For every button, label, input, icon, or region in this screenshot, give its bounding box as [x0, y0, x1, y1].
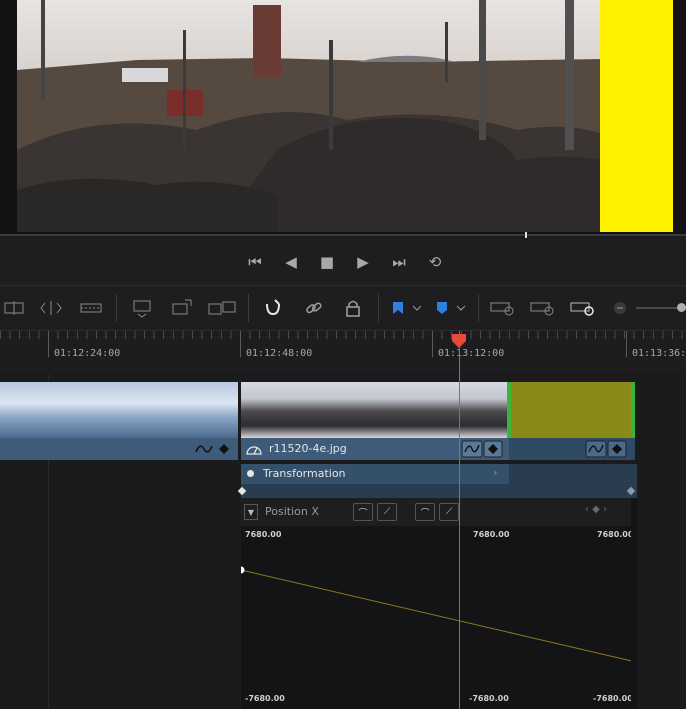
go-to-first-frame-button[interactable]: ⏮ [244, 252, 266, 272]
replace-clip-icon [208, 301, 236, 315]
curve-line [241, 569, 637, 663]
zoom-detail-icon [530, 302, 554, 316]
stop-icon: ■ [319, 253, 335, 271]
play-icon: ▶ [357, 253, 369, 271]
video-clip-selected[interactable]: r11520-4e.jpg [241, 382, 637, 464]
ruler-timecode: 01:13:36:00 [632, 348, 686, 359]
snapping-button[interactable] [262, 295, 284, 321]
timeline-ruler[interactable]: 01:12:24:00 01:12:48:00 01:13:12:00 01:1… [0, 331, 686, 373]
effect-row-extension [509, 464, 637, 484]
viewer-border [0, 234, 686, 236]
chevron-right-icon[interactable]: › [493, 466, 497, 479]
ruler-major-tick [240, 331, 241, 357]
blade-icon [80, 303, 102, 313]
clip-thumbnail [0, 382, 238, 438]
trim-tool-button[interactable] [2, 295, 26, 321]
ruler-major-tick [626, 331, 627, 357]
speed-gauge-icon [246, 446, 262, 455]
clip-thumbnail [241, 382, 509, 438]
replace-clip-button[interactable] [206, 295, 238, 321]
zoom-custom-icon [570, 302, 594, 316]
zoom-slider-handle[interactable] [677, 303, 686, 312]
viewer [0, 0, 686, 240]
flag-dropdown-button[interactable] [388, 295, 424, 321]
keyframe-curve-icon[interactable] [194, 442, 234, 456]
insert-clip-icon [133, 300, 151, 318]
zoom-custom-button[interactable] [568, 295, 598, 321]
loop-button[interactable]: ⟲ [424, 252, 446, 272]
clip-thumbnail-yellow [509, 382, 631, 438]
dynamic-trim-button[interactable] [38, 295, 64, 321]
ruler-timecode: 01:12:24:00 [54, 348, 121, 359]
clip-name: r11520-4e.jpg [269, 442, 347, 455]
landscape-image [17, 0, 673, 232]
curve-keyframe-point [241, 566, 245, 574]
effect-row[interactable]: Transformation › [241, 464, 509, 484]
flag-icon [393, 302, 422, 314]
stop-button[interactable]: ■ [316, 252, 338, 272]
insert-clip-button[interactable] [128, 295, 156, 321]
minus-circle-icon [614, 302, 626, 314]
video-clip-previous[interactable] [0, 382, 238, 464]
play-button[interactable]: ▶ [352, 252, 374, 272]
overwrite-clip-icon [172, 299, 192, 315]
link-icon [306, 302, 322, 314]
skip-back-icon: ⏮ [248, 253, 262, 271]
transport-controls: ⏮ ◀ ■ ▶ ⏭ ⟲ [0, 238, 686, 286]
position-lock-button[interactable] [342, 295, 364, 321]
keyframe-diamond[interactable] [626, 486, 636, 496]
effect-enable-icon[interactable] [247, 470, 254, 477]
timeline-tracks: r11520-4e.jpg Transformation › ▼ Positio… [0, 331, 686, 709]
lock-icon [346, 300, 360, 317]
ruler-timecode: 01:13:12:00 [438, 348, 505, 359]
ruler-timecode: 01:12:48:00 [246, 348, 313, 359]
trim-icon [4, 301, 24, 315]
marker-dropdown-button[interactable] [432, 295, 468, 321]
playhead-line[interactable] [459, 331, 460, 709]
reverse-icon: ◀ [285, 253, 297, 271]
overwrite-clip-button[interactable] [168, 295, 196, 321]
reverse-play-button[interactable]: ◀ [280, 252, 302, 272]
viewer-frame[interactable] [17, 0, 673, 232]
zoom-out-button[interactable] [612, 295, 628, 321]
zoom-full-timeline-button[interactable] [488, 295, 518, 321]
keyframe-track[interactable] [237, 484, 637, 498]
linked-selection-button[interactable] [302, 295, 324, 321]
marker-icon [437, 302, 466, 314]
effect-name: Transformation [263, 467, 346, 480]
zoom-fit-icon [490, 302, 514, 316]
edit-toolbar [0, 286, 686, 331]
dynamic-trim-icon [40, 301, 62, 315]
curve-graph[interactable] [241, 498, 637, 709]
curve-editor-edge [631, 498, 637, 709]
blade-tool-button[interactable] [78, 295, 104, 321]
toolbar-divider [378, 294, 379, 322]
toolbar-divider [478, 294, 479, 322]
keyframe-diamond[interactable] [237, 486, 247, 496]
keyframe-toggle-icon[interactable] [461, 440, 505, 458]
loop-icon: ⟲ [428, 253, 442, 271]
go-to-last-frame-button[interactable]: ⏭ [388, 252, 410, 272]
keyframe-toggle-icon[interactable] [585, 440, 629, 458]
snap-magnet-icon [266, 299, 280, 316]
curve-editor[interactable]: ▼ Position X ⌒ ⟋ ⌒ ⟋ ‹ ◆ › 7680.00 7680.… [241, 498, 637, 709]
zoom-detail-button[interactable] [528, 295, 558, 321]
skip-forward-icon: ⏭ [392, 253, 406, 271]
ruler-major-tick [48, 331, 49, 357]
ruler-major-tick [432, 331, 433, 357]
toolbar-divider [116, 294, 117, 322]
toolbar-divider [248, 294, 249, 322]
